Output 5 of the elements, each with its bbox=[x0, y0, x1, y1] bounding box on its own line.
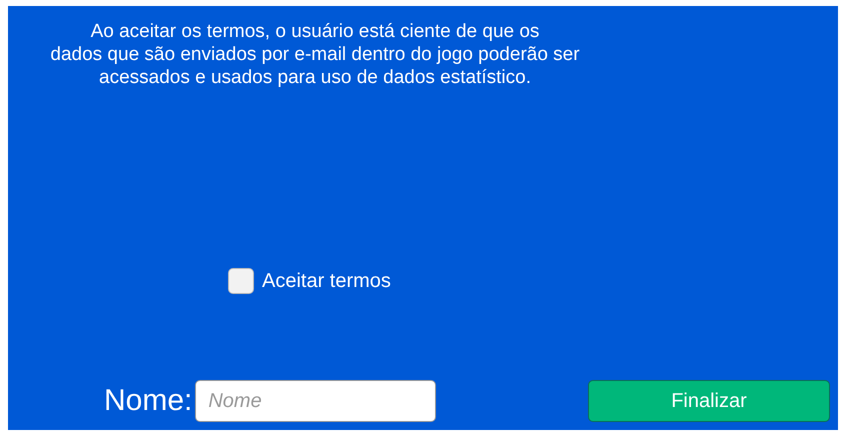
checkbox[interactable] bbox=[228, 268, 254, 294]
terms-message: Ao aceitar os termos, o usuário está ciente de que os dados que são enviados por e-mail dentro do jogo poderão ser acessados e usados para uso de dados estatístico. bbox=[49, 20, 581, 89]
checkbox-label[interactable]: Aceitar termos bbox=[262, 266, 391, 296]
name-label: Nome: bbox=[104, 386, 192, 416]
name-input-field[interactable]: Nome bbox=[195, 380, 436, 422]
